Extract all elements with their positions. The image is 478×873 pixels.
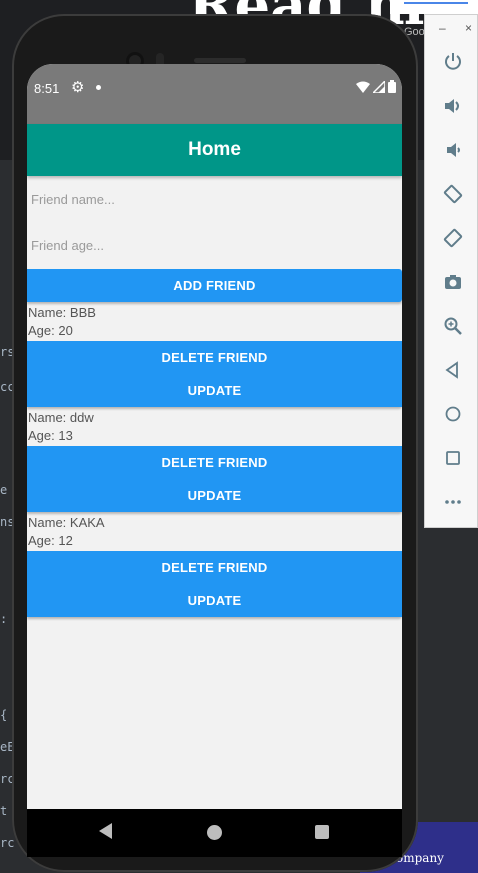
status-time: 8:51 xyxy=(34,81,60,96)
minimize-button[interactable]: – xyxy=(439,21,446,35)
app-bar: Home xyxy=(27,124,402,176)
delete-friend-button[interactable]: DELETE FRIEND xyxy=(27,551,402,584)
settings-gear-icon: ⚙ xyxy=(71,79,85,96)
code-fragment: e xyxy=(0,483,8,497)
wifi-icon xyxy=(356,81,370,93)
volume-down-icon[interactable] xyxy=(442,140,464,162)
home-icon[interactable] xyxy=(442,404,464,426)
friend-actions: DELETE FRIEND UPDATE xyxy=(27,341,402,407)
friend-item: Name: BBB Age: 20 DELETE FRIEND UPDATE xyxy=(27,302,402,407)
status-bar: 8:51 ⚙ xyxy=(27,64,402,124)
browser-underline xyxy=(404,2,468,4)
update-friend-button[interactable]: UPDATE xyxy=(27,584,402,617)
friend-name: Name: KAKA xyxy=(28,515,105,530)
power-icon[interactable] xyxy=(442,51,464,73)
status-icons xyxy=(356,80,396,93)
nav-home-icon[interactable] xyxy=(207,825,222,840)
notification-dot-icon xyxy=(96,85,101,90)
code-fragment: : xyxy=(0,612,8,626)
zoom-icon[interactable] xyxy=(442,316,464,338)
back-icon[interactable] xyxy=(442,360,464,382)
more-icon[interactable] xyxy=(442,492,464,514)
emulator-toolbar: – × xyxy=(424,14,478,528)
earpiece-speaker xyxy=(194,58,246,63)
friend-info: Name: KAKA Age: 12 xyxy=(27,512,402,551)
friend-info: Name: ddw Age: 13 xyxy=(27,407,402,446)
phone-screen: 8:51 ⚙ Home Friend name... Friend age...… xyxy=(27,64,402,854)
friend-name-placeholder: Friend name... xyxy=(31,191,115,207)
code-fragment: rc xyxy=(0,836,15,850)
friend-item: Name: ddw Age: 13 DELETE FRIEND UPDATE xyxy=(27,407,402,512)
update-friend-button[interactable]: UPDATE xyxy=(27,479,402,512)
delete-friend-button[interactable]: DELETE FRIEND xyxy=(27,341,402,374)
android-nav-bar xyxy=(27,809,402,857)
friend-name: Name: ddw xyxy=(28,410,94,425)
friend-name: Name: BBB xyxy=(28,305,96,320)
add-friend-button[interactable]: ADD FRIEND xyxy=(27,269,402,302)
close-button[interactable]: × xyxy=(465,21,472,35)
camera-icon[interactable] xyxy=(442,272,464,294)
volume-up-icon[interactable] xyxy=(442,96,464,118)
battery-icon xyxy=(388,80,396,93)
delete-friend-button[interactable]: DELETE FRIEND xyxy=(27,446,402,479)
nav-overview-icon[interactable] xyxy=(315,825,329,839)
rotate-right-icon[interactable] xyxy=(442,228,464,250)
friend-info: Name: BBB Age: 20 xyxy=(27,302,402,341)
friend-age-input[interactable]: Friend age... xyxy=(27,222,402,268)
friend-age: Age: 12 xyxy=(28,533,73,548)
friend-age: Age: 13 xyxy=(28,428,73,443)
friend-item: Name: KAKA Age: 12 DELETE FRIEND UPDATE xyxy=(27,512,402,617)
friend-name-input[interactable]: Friend name... xyxy=(27,176,402,222)
page-title: Home xyxy=(188,139,241,160)
friend-actions: DELETE FRIEND UPDATE xyxy=(27,446,402,512)
friend-age-placeholder: Friend age... xyxy=(31,237,104,253)
friend-actions: DELETE FRIEND UPDATE xyxy=(27,551,402,617)
friend-age: Age: 20 xyxy=(28,323,73,338)
nav-back-icon[interactable] xyxy=(99,823,112,839)
code-fragment: t xyxy=(0,804,8,818)
rotate-left-icon[interactable] xyxy=(442,184,464,206)
cell-signal-icon xyxy=(373,80,385,93)
update-friend-button[interactable]: UPDATE xyxy=(27,374,402,407)
code-fragment: { xyxy=(0,708,8,722)
overview-icon[interactable] xyxy=(442,448,464,470)
